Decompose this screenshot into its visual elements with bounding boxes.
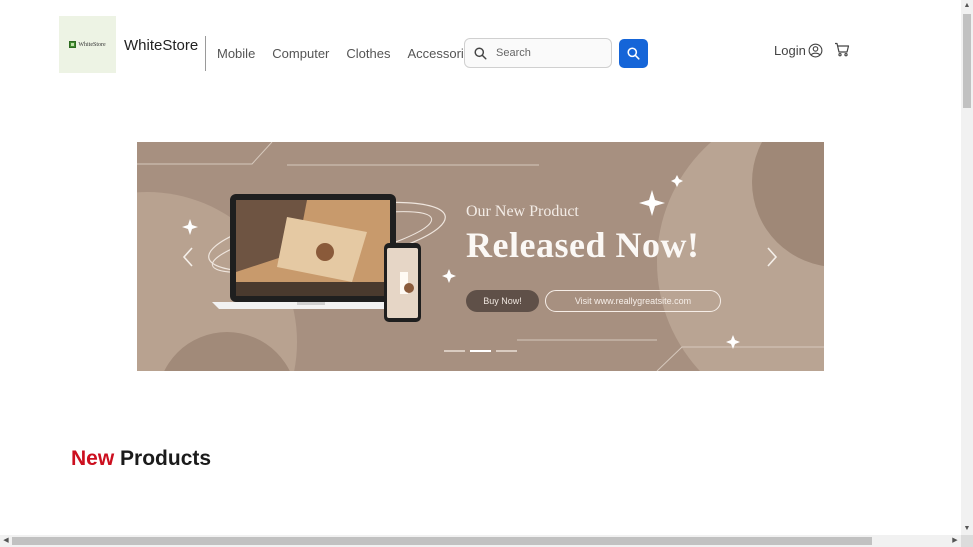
- horizontal-scroll-thumb[interactable]: [12, 537, 872, 545]
- nav-item-clothes[interactable]: Clothes: [346, 46, 390, 61]
- login-label: Login: [774, 43, 806, 58]
- vertical-scrollbar[interactable]: ▲ ▼: [961, 0, 973, 535]
- scroll-left-arrow-icon[interactable]: ◀: [0, 535, 12, 547]
- section-title-accent: New: [71, 447, 115, 470]
- carousel-next-button[interactable]: [766, 246, 778, 273]
- carousel-indicator-1[interactable]: [444, 350, 465, 352]
- search-button[interactable]: [619, 39, 648, 68]
- logo-text: WhiteStore: [78, 41, 106, 48]
- scroll-right-arrow-icon[interactable]: ▶: [949, 535, 961, 547]
- vertical-scroll-thumb[interactable]: [963, 14, 971, 108]
- main-nav: Mobile Computer Clothes Accessories: [217, 46, 478, 61]
- search-icon: [474, 46, 487, 60]
- user-circle-icon: [808, 43, 823, 58]
- chevron-right-icon: [767, 247, 778, 267]
- nav-item-mobile[interactable]: Mobile: [217, 46, 255, 61]
- search-icon: [627, 47, 640, 60]
- section-title: New Products: [71, 447, 211, 471]
- hero-carousel[interactable]: Our New Product Released Now! Buy Now! V…: [137, 142, 824, 371]
- carousel-prev-button[interactable]: [182, 246, 194, 273]
- scrollbar-corner: [961, 535, 973, 547]
- carousel-indicators: [444, 350, 517, 352]
- carousel-indicator-2[interactable]: [470, 350, 491, 352]
- nav-item-computer[interactable]: Computer: [272, 46, 329, 61]
- search-input[interactable]: [494, 46, 608, 60]
- visit-site-button[interactable]: Visit www.reallygreatsite.com: [545, 290, 721, 312]
- banner-title: Released Now!: [466, 225, 700, 265]
- cart-button[interactable]: [834, 42, 850, 62]
- cart-icon: [835, 42, 850, 57]
- banner-subtitle: Our New Product: [466, 203, 579, 220]
- scroll-down-arrow-icon[interactable]: ▼: [961, 523, 973, 535]
- carousel-indicator-3[interactable]: [496, 350, 517, 352]
- horizontal-scrollbar[interactable]: ◀ ▶: [0, 535, 961, 547]
- section-title-rest: Products: [120, 447, 212, 470]
- login-link[interactable]: Login: [774, 43, 823, 58]
- chevron-left-icon: [182, 247, 193, 267]
- search-box: [464, 38, 612, 68]
- logo[interactable]: WhiteStore: [59, 16, 116, 73]
- buy-now-button[interactable]: Buy Now!: [466, 290, 539, 312]
- brand-name[interactable]: WhiteStore: [124, 37, 198, 54]
- logo-mark-icon: [69, 41, 77, 48]
- scroll-up-arrow-icon[interactable]: ▲: [961, 0, 973, 12]
- header-divider: [205, 36, 206, 71]
